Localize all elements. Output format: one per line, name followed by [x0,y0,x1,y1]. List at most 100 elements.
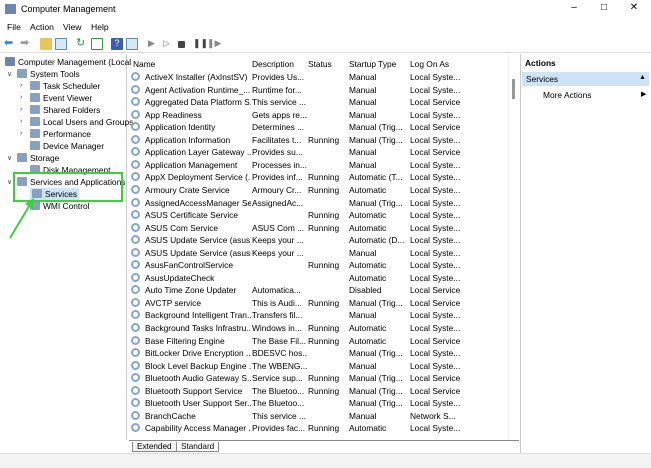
service-row[interactable]: Capability Access Manager ... Provides fa… [129,422,509,435]
forward-icon[interactable]: ➡ [20,36,32,49]
stop-service-icon[interactable] [178,41,185,48]
pause-service-icon[interactable]: ❚❚ [193,38,208,50]
col-status[interactable]: Status [308,59,332,69]
service-row[interactable]: Bluetooth Support Service The Bluetoo... R… [129,385,509,398]
tree-item-label: System Tools [30,69,80,79]
menu-file[interactable]: File [7,22,21,32]
service-row[interactable]: App Readiness Gets apps re... Manual Local … [129,109,509,122]
service-row[interactable]: ASUS Update Service (asusm) Keeps your ..… [129,247,509,260]
collapse-chevron-icon[interactable]: ∨ [7,70,12,78]
service-name: Bluetooth Support Service [145,385,243,396]
service-status: Running [308,297,340,308]
actions-section-services[interactable]: Services ▲ [522,72,649,86]
vertical-scrollbar[interactable] [508,55,518,440]
refresh-icon[interactable]: ↻ [76,36,88,49]
service-gear-icon [131,285,140,295]
service-row[interactable]: Auto Time Zone Updater Automatica... Disab… [129,284,509,297]
expand-chevron-icon[interactable]: › [20,118,22,125]
collapse-icon[interactable]: ▲ [639,74,646,81]
tab-standard[interactable]: Standard [176,442,220,452]
tree-item[interactable]: Local Users and Groups [30,116,133,128]
collapse-chevron-icon[interactable]: ∨ [7,154,12,162]
service-startup-type: Manual [349,310,377,321]
expand-chevron-icon[interactable]: › [20,130,22,137]
service-row[interactable]: AVCTP service This is Audi... Running Manua… [129,297,509,310]
export-list-icon[interactable] [91,38,103,50]
service-row[interactable]: Aggregated Data Platform S... This servic… [129,96,509,109]
tree-item[interactable]: Storage [17,152,59,164]
help-icon[interactable]: ? [111,38,123,50]
service-row[interactable]: Application Management Processes in... Man… [129,159,509,172]
service-name: App Readiness [145,109,202,120]
service-row[interactable]: Agent Activation Runtime_... Runtime for.… [129,84,509,97]
service-row[interactable]: ActiveX Installer (AxInstSV) Provides Us.… [129,71,509,84]
service-startup-type: Manual [349,410,377,421]
service-row[interactable]: Background Intelligent Tran... Transfers … [129,309,509,322]
service-row[interactable]: ASUS Update Service (asus) Keeps your ...… [129,234,509,247]
tree-item[interactable]: Shared Folders [30,104,100,116]
service-description: The Bluetoo... [252,385,305,396]
service-row[interactable]: Block Level Backup Engine ... The WBENG..… [129,360,509,373]
service-startup-type: Manual [349,360,377,371]
tree-item[interactable]: System Tools [17,68,80,80]
menu-help[interactable]: Help [91,22,109,32]
service-row[interactable]: AsusUpdateCheck Automatic Local Syste... [129,272,509,285]
tree-item-label: Task Scheduler [43,81,101,91]
close-button[interactable]: ✕ [624,2,644,16]
back-icon[interactable]: ⬅ [4,36,16,49]
menu-view[interactable]: View [63,22,81,32]
service-row[interactable]: Armoury Crate Service Armoury Cr... Runnin… [129,184,509,197]
service-row[interactable]: AsusFanControlService Running Automatic Loc… [129,259,509,272]
service-row[interactable]: Bluetooth User Support Ser... The Bluetoo… [129,397,509,410]
service-row[interactable]: BitLocker Drive Encryption ... BDESVC hos… [129,347,509,360]
service-name: AssignedAccessManager Se... [145,197,251,208]
service-row[interactable]: Application Layer Gateway ... Provides su… [129,146,509,159]
minimize-button[interactable]: – [564,2,584,16]
service-row[interactable]: ASUS Certificate Service Running Automatic… [129,209,509,222]
tree-item[interactable]: Performance [30,128,91,140]
service-status: Running [308,134,340,145]
service-row[interactable]: Base Filtering Engine The Base Fil... Runn… [129,335,509,348]
more-actions-label: More Actions [543,90,592,100]
up-folder-icon[interactable] [40,38,52,50]
service-row[interactable]: Bluetooth Audio Gateway S... Service sup.… [129,372,509,385]
show-hide-tree-icon[interactable] [55,38,67,50]
more-actions[interactable]: More Actions ▶ [522,89,649,102]
tree-item[interactable]: Task Scheduler [30,80,100,92]
service-log-on-as: Local Syste... [410,360,461,371]
service-gear-icon [131,97,140,107]
restart-service-icon[interactable]: ❚▶ [207,38,221,50]
expand-chevron-icon[interactable]: › [20,82,22,89]
properties-icon[interactable] [126,38,138,50]
col-log-on-as[interactable]: Log On As [410,59,449,69]
collapse-chevron-icon[interactable]: ∨ [7,178,12,186]
service-row[interactable]: ASUS Com Service ASUS Com ... Running Autom… [129,222,509,235]
maximize-button[interactable]: □ [594,2,614,16]
service-row[interactable]: BranchCache This service ... Manual Network… [129,410,509,423]
service-description: AssignedAc... [252,197,304,208]
service-row[interactable]: Application Information Facilitates t... R… [129,134,509,147]
col-name[interactable]: Name [133,59,155,69]
service-description: Determines ... [252,122,305,133]
tree-item[interactable]: Event Viewer [30,92,92,104]
service-log-on-as: Local Syste... [410,109,461,120]
menu-action[interactable]: Action [30,22,54,32]
tree-item[interactable]: Device Manager [30,140,104,152]
expand-chevron-icon[interactable]: › [20,106,22,113]
col-startup-type[interactable]: Startup Type [349,59,396,69]
expand-chevron-icon[interactable]: › [20,94,22,101]
service-log-on-as: Local Syste... [410,197,461,208]
service-row[interactable]: AppX Deployment Service (... Provides inf… [129,171,509,184]
tree-node-icon [30,105,40,114]
service-gear-icon [131,385,140,395]
service-startup-type: Automatic [349,323,387,333]
col-description[interactable]: Description [252,59,294,69]
service-row[interactable]: Application Identity Determines ... Manual… [129,121,509,134]
service-startup-type: Manual [349,84,377,95]
tree-root[interactable]: Computer Management (Local [5,56,131,68]
service-row[interactable]: AssignedAccessManager Se... AssignedAc...… [129,197,509,210]
service-row[interactable]: Background Tasks Infrastru... Windows in.… [129,322,509,335]
start-service-icon[interactable]: ▶ [148,38,160,50]
tab-extended[interactable]: Extended [132,442,177,452]
start-paused-icon[interactable]: ▷ [163,38,175,50]
